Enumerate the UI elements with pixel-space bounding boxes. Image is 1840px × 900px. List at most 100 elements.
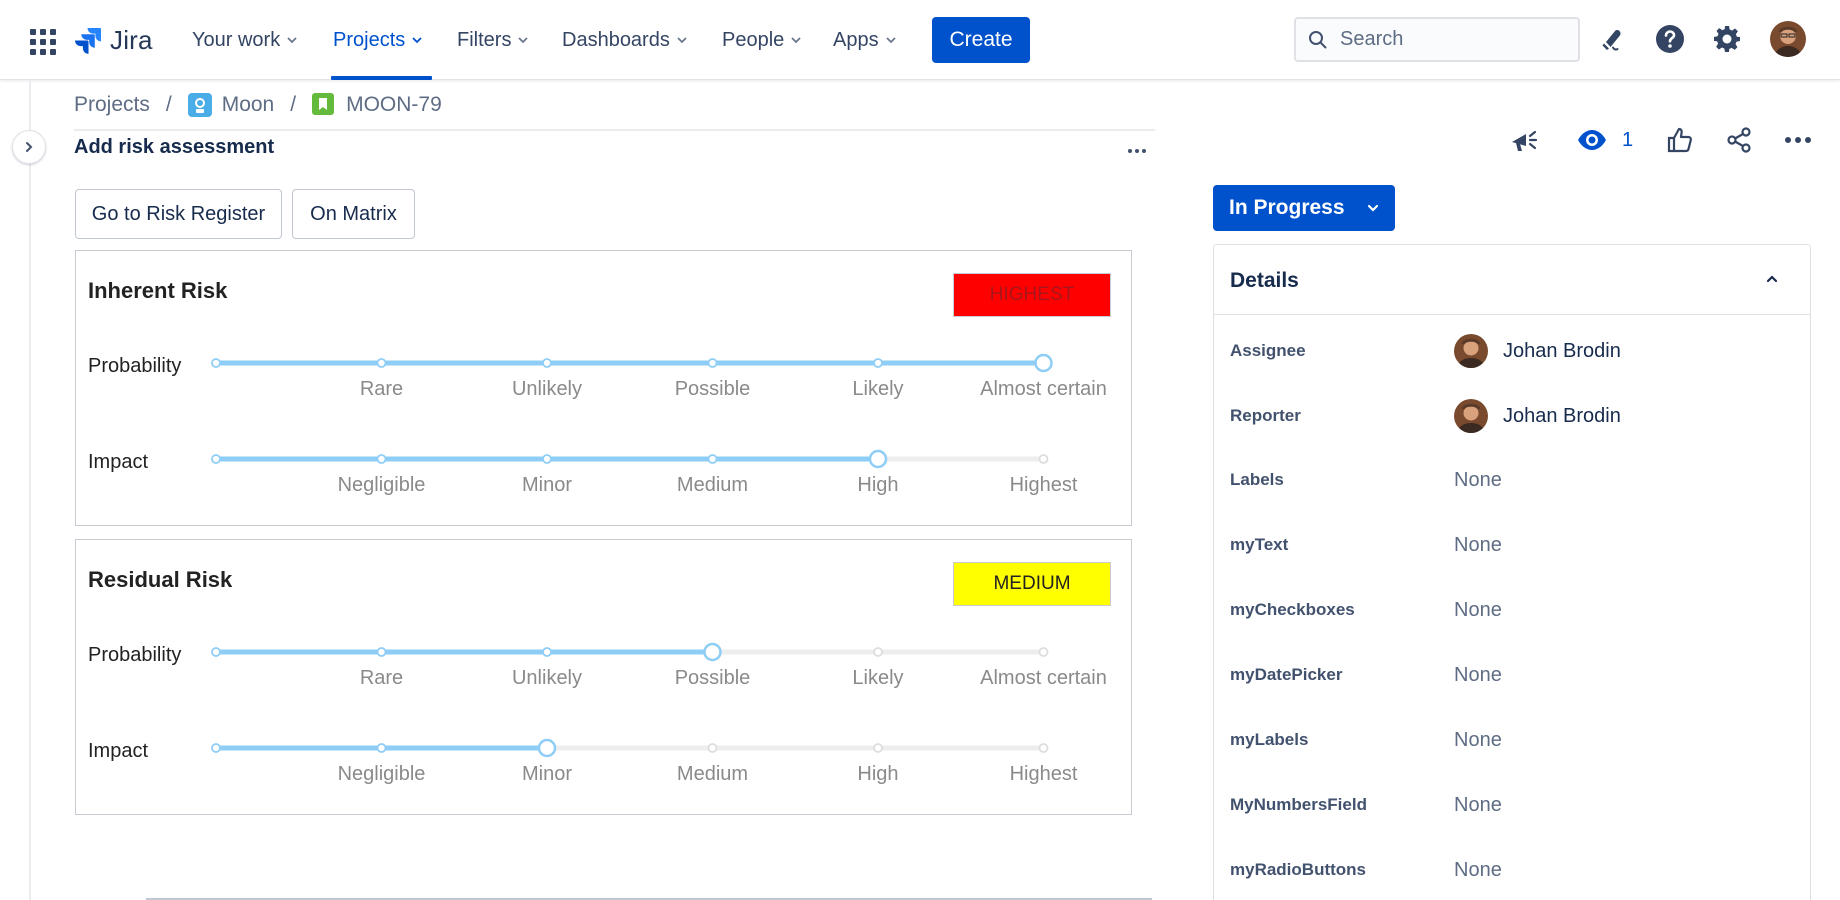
slider-tick-dot[interactable] <box>1038 743 1049 753</box>
status-dropdown-button[interactable]: In Progress <box>1213 185 1395 231</box>
breadcrumb-separator: / <box>290 93 297 116</box>
slider-handle[interactable] <box>1034 353 1053 373</box>
nav-your-work[interactable]: Your work <box>192 20 297 60</box>
slider-tick-dot[interactable] <box>542 454 552 464</box>
nav-people[interactable]: People <box>722 20 801 60</box>
help-icon[interactable] <box>1653 22 1687 56</box>
impact-label: Impact <box>88 451 149 473</box>
slider-tick-dot[interactable] <box>376 743 387 753</box>
slider-tick-dot[interactable] <box>707 358 718 368</box>
slider-handle[interactable] <box>537 738 557 758</box>
share-icon[interactable] <box>1725 122 1753 158</box>
field-value[interactable]: None <box>1454 794 1502 817</box>
slider-tick-dot[interactable] <box>376 647 387 657</box>
field-label: Labels <box>1230 470 1284 489</box>
slider-track-svg[interactable] <box>211 352 1061 376</box>
breadcrumb-issue-key[interactable]: MOON-79 <box>346 93 442 117</box>
slider-tick-dot[interactable] <box>211 647 221 657</box>
field-value[interactable]: None <box>1454 599 1502 622</box>
slider-tick-dot[interactable] <box>211 743 221 753</box>
slider-tick-dot[interactable] <box>542 647 552 657</box>
inherent-risk-panel: Inherent Risk HIGHEST Probability Rare Un… <box>75 250 1132 526</box>
create-button[interactable]: Create <box>932 17 1030 63</box>
assignee-value[interactable]: Johan Brodin <box>1454 334 1621 368</box>
jira-logo-icon <box>75 28 101 54</box>
slider-tick-dot[interactable] <box>707 454 718 464</box>
on-matrix-button[interactable]: On Matrix <box>292 189 415 239</box>
search-input[interactable] <box>1340 28 1560 51</box>
breadcrumb-separator: / <box>165 93 172 116</box>
nav-filters[interactable]: Filters <box>457 20 529 60</box>
field-value[interactable]: None <box>1454 859 1502 882</box>
nav-dashboards[interactable]: Dashboards <box>562 20 687 60</box>
chevron-down-icon <box>287 37 297 44</box>
slider-tick-dot[interactable] <box>873 358 883 368</box>
go-to-risk-register-button[interactable]: Go to Risk Register <box>75 189 282 239</box>
slider-handle[interactable] <box>868 449 888 469</box>
impact-slider[interactable]: Negligible Minor Medium High Highest <box>211 448 1077 538</box>
field-value[interactable]: None <box>1454 664 1502 687</box>
slider-tick-dot[interactable] <box>211 454 221 464</box>
chevron-down-icon <box>518 37 529 44</box>
user-avatar <box>1454 399 1488 433</box>
slider-tick-dot[interactable] <box>1038 647 1049 657</box>
chevron-up-icon[interactable] <box>1762 269 1782 289</box>
details-header[interactable]: Details <box>1214 245 1810 315</box>
chevron-down-icon <box>791 37 801 44</box>
search-box[interactable] <box>1294 17 1580 62</box>
slider-tick-dot[interactable] <box>707 743 718 753</box>
settings-icon[interactable] <box>1710 22 1744 56</box>
reporter-value[interactable]: Johan Brodin <box>1454 399 1621 433</box>
notifications-icon[interactable] <box>1596 22 1630 56</box>
residual-risk-panel: Residual Risk MEDIUM Probability Rare Unl… <box>75 539 1132 815</box>
panel-title: Residual Risk <box>88 567 233 592</box>
slider-tick-label: Unlikely <box>511 378 583 400</box>
app-switcher-icon[interactable] <box>30 29 56 55</box>
slider-tick-label: Negligible <box>337 474 426 496</box>
jira-logo[interactable]: Jira <box>74 22 153 58</box>
probability-slider[interactable]: Rare Unlikely Possible Likely Almost certain <box>211 641 1107 731</box>
watch-button[interactable]: 1 <box>1576 122 1633 158</box>
probability-slider[interactable]: Rare Unlikely Possible Likely Almost certain <box>211 352 1107 442</box>
field-label: myRadioButtons <box>1230 860 1366 879</box>
feedback-icon[interactable] <box>1508 122 1540 158</box>
slider-tick-label: Likely <box>852 667 904 689</box>
slider-tick-dot[interactable] <box>873 647 883 657</box>
chevron-down-icon <box>412 37 422 44</box>
impact-slider[interactable]: Negligible Minor Medium High Highest <box>211 737 1077 827</box>
slider-track-svg[interactable] <box>211 737 1061 761</box>
field-value[interactable]: None <box>1454 469 1502 492</box>
story-icon <box>312 93 336 117</box>
more-options-icon[interactable] <box>1124 140 1150 162</box>
field-label: myLabels <box>1230 730 1309 749</box>
slider-tick-dot[interactable] <box>211 358 221 368</box>
slider-handle[interactable] <box>703 642 722 662</box>
top-navigation: Jira Your work Projects Filters Dashboar… <box>0 0 1840 80</box>
breadcrumb-project-moon[interactable]: Moon <box>222 93 275 117</box>
slider-track-svg[interactable] <box>211 641 1061 665</box>
nav-projects-label: Projects <box>333 28 406 51</box>
field-mylabels: myLabels None <box>1230 720 1800 760</box>
field-assignee: Assignee Johan Brodin <box>1230 331 1800 371</box>
expand-sidebar-button[interactable] <box>12 130 46 164</box>
field-value[interactable]: None <box>1454 729 1502 752</box>
profile-avatar[interactable] <box>1770 21 1806 57</box>
nav-apps-label: Apps <box>833 28 879 51</box>
nav-projects[interactable]: Projects <box>333 20 422 60</box>
field-label: MyNumbersField <box>1230 795 1367 814</box>
slider-tick-dot[interactable] <box>376 454 387 464</box>
like-icon[interactable] <box>1666 122 1694 158</box>
breadcrumb-projects[interactable]: Projects <box>74 93 150 117</box>
nav-filters-label: Filters <box>457 28 512 51</box>
slider-tick-dot[interactable] <box>376 358 387 368</box>
slider-tick-dot[interactable] <box>873 743 883 753</box>
nav-apps[interactable]: Apps <box>833 20 896 60</box>
slider-tick-dot[interactable] <box>1038 454 1049 464</box>
status-label: In Progress <box>1229 196 1345 219</box>
breadcrumb: Projects / Moon / MOON-79 <box>74 90 442 120</box>
slider-tick-dot[interactable] <box>542 358 552 368</box>
more-actions-icon[interactable] <box>1784 122 1812 158</box>
slider-track-svg[interactable] <box>211 448 1061 472</box>
field-value[interactable]: None <box>1454 534 1502 557</box>
search-icon <box>1309 30 1327 48</box>
